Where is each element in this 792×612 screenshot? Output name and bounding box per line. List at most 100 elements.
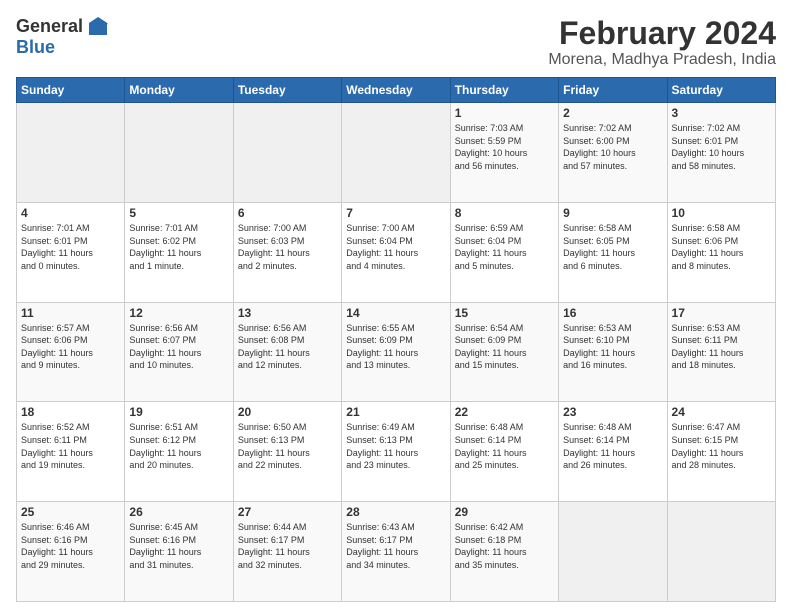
day-cell [667,502,775,602]
day-number: 14 [346,306,445,320]
day-cell: 2Sunrise: 7:02 AM Sunset: 6:00 PM Daylig… [559,103,667,203]
day-cell [125,103,233,203]
day-header-sunday: Sunday [17,78,125,103]
day-header-monday: Monday [125,78,233,103]
day-cell: 18 Sunrise: 6:52 AM Sunset: 6:11 PM Dayli… [17,402,125,502]
day-info: Sunrise: 6:58 AM Sunset: 6:05 PM Dayligh… [563,222,662,272]
day-cell: 11 Sunrise: 6:57 AM Sunset: 6:06 PM Dayli… [17,302,125,402]
day-number: 29 [455,505,554,519]
day-number: 27 [238,505,337,519]
day-cell: 19 Sunrise: 6:51 AM Sunset: 6:12 PM Dayli… [125,402,233,502]
month-title: February 2024 [548,16,776,51]
day-cell: 15 Sunrise: 6:54 AM Sunset: 6:09 PM Dayli… [450,302,558,402]
day-cell: 28 Sunrise: 6:43 AM Sunset: 6:17 PM Dayli… [342,502,450,602]
week-row-5: 25 Sunrise: 6:46 AM Sunset: 6:16 PM Dayli… [17,502,776,602]
day-cell: 1 Sunrise: 7:03 AM Sunset: 5:59 PM Daylig… [450,103,558,203]
logo-general: General [16,16,83,37]
day-info: Sunrise: 6:44 AM Sunset: 6:17 PM Dayligh… [238,521,337,571]
day-number: 20 [238,405,337,419]
day-cell: 3 Sunrise: 7:02 AM Sunset: 6:01 PM Daylig… [667,103,775,203]
day-cell: 8 Sunrise: 6:59 AM Sunset: 6:04 PM Daylig… [450,202,558,302]
day-info: Sunrise: 6:48 AM Sunset: 6:14 PM Dayligh… [563,421,662,471]
day-cell: 20 Sunrise: 6:50 AM Sunset: 6:13 PM Dayli… [233,402,341,502]
day-info: Sunrise: 6:45 AM Sunset: 6:16 PM Dayligh… [129,521,228,571]
day-number: 5 [129,206,228,220]
day-info: Sunrise: 7:00 AM Sunset: 6:04 PM Dayligh… [346,222,445,272]
day-number: 11 [21,306,120,320]
day-number: 23 [563,405,662,419]
day-cell: 27 Sunrise: 6:44 AM Sunset: 6:17 PM Dayli… [233,502,341,602]
day-info: Sunrise: 6:43 AM Sunset: 6:17 PM Dayligh… [346,521,445,571]
day-number: 28 [346,505,445,519]
day-info: Sunrise: 6:48 AM Sunset: 6:14 PM Dayligh… [455,421,554,471]
day-cell [559,502,667,602]
day-info: Sunrise: 6:49 AM Sunset: 6:13 PM Dayligh… [346,421,445,471]
day-info: Sunrise: 6:54 AM Sunset: 6:09 PM Dayligh… [455,322,554,372]
day-cell: 16Sunrise: 6:53 AM Sunset: 6:10 PM Dayli… [559,302,667,402]
day-number: 24 [672,405,771,419]
day-cell: 29 Sunrise: 6:42 AM Sunset: 6:18 PM Dayli… [450,502,558,602]
day-number: 17 [672,306,771,320]
day-cell: 5Sunrise: 7:01 AM Sunset: 6:02 PM Daylig… [125,202,233,302]
day-cell [17,103,125,203]
day-number: 18 [21,405,120,419]
day-info: Sunrise: 7:01 AM Sunset: 6:01 PM Dayligh… [21,222,120,272]
day-number: 4 [21,206,120,220]
day-number: 10 [672,206,771,220]
week-row-4: 18 Sunrise: 6:52 AM Sunset: 6:11 PM Dayli… [17,402,776,502]
day-info: Sunrise: 6:58 AM Sunset: 6:06 PM Dayligh… [672,222,771,272]
day-cell: 6Sunrise: 7:00 AM Sunset: 6:03 PM Daylig… [233,202,341,302]
day-cell: 21 Sunrise: 6:49 AM Sunset: 6:13 PM Dayli… [342,402,450,502]
day-number: 7 [346,206,445,220]
day-cell: 14 Sunrise: 6:55 AM Sunset: 6:09 PM Dayli… [342,302,450,402]
day-cell: 24Sunrise: 6:47 AM Sunset: 6:15 PM Dayli… [667,402,775,502]
title-section: February 2024 Morena, Madhya Pradesh, In… [548,16,776,69]
day-number: 15 [455,306,554,320]
logo-blue-text: Blue [16,37,55,58]
day-info: Sunrise: 7:02 AM Sunset: 6:01 PM Dayligh… [672,122,771,172]
day-info: Sunrise: 6:53 AM Sunset: 6:11 PM Dayligh… [672,322,771,372]
day-number: 12 [129,306,228,320]
day-info: Sunrise: 6:59 AM Sunset: 6:04 PM Dayligh… [455,222,554,272]
day-cell: 12 Sunrise: 6:56 AM Sunset: 6:07 PM Dayli… [125,302,233,402]
day-number: 9 [563,206,662,220]
week-row-3: 11 Sunrise: 6:57 AM Sunset: 6:06 PM Dayli… [17,302,776,402]
day-cell: 10 Sunrise: 6:58 AM Sunset: 6:06 PM Dayli… [667,202,775,302]
calendar-table: SundayMondayTuesdayWednesdayThursdayFrid… [16,77,776,602]
day-number: 8 [455,206,554,220]
day-number: 19 [129,405,228,419]
day-number: 25 [21,505,120,519]
day-cell: 23 Sunrise: 6:48 AM Sunset: 6:14 PM Dayli… [559,402,667,502]
day-info: Sunrise: 6:52 AM Sunset: 6:11 PM Dayligh… [21,421,120,471]
day-info: Sunrise: 6:42 AM Sunset: 6:18 PM Dayligh… [455,521,554,571]
day-cell: 13Sunrise: 6:56 AM Sunset: 6:08 PM Dayli… [233,302,341,402]
day-info: Sunrise: 6:56 AM Sunset: 6:07 PM Dayligh… [129,322,228,372]
day-header-friday: Friday [559,78,667,103]
day-number: 21 [346,405,445,419]
logo-icon [87,15,109,37]
page: General Blue February 2024 Morena, Madhy… [0,0,792,612]
week-row-1: 1 Sunrise: 7:03 AM Sunset: 5:59 PM Daylig… [17,103,776,203]
day-info: Sunrise: 6:55 AM Sunset: 6:09 PM Dayligh… [346,322,445,372]
day-cell [342,103,450,203]
day-cell: 9 Sunrise: 6:58 AM Sunset: 6:05 PM Daylig… [559,202,667,302]
logo: General Blue [16,16,109,58]
day-info: Sunrise: 6:50 AM Sunset: 6:13 PM Dayligh… [238,421,337,471]
day-cell: 7 Sunrise: 7:00 AM Sunset: 6:04 PM Daylig… [342,202,450,302]
day-header-saturday: Saturday [667,78,775,103]
day-header-wednesday: Wednesday [342,78,450,103]
day-cell: 17 Sunrise: 6:53 AM Sunset: 6:11 PM Dayli… [667,302,775,402]
day-number: 1 [455,106,554,120]
day-info: Sunrise: 6:51 AM Sunset: 6:12 PM Dayligh… [129,421,228,471]
day-info: Sunrise: 6:46 AM Sunset: 6:16 PM Dayligh… [21,521,120,571]
day-info: Sunrise: 6:57 AM Sunset: 6:06 PM Dayligh… [21,322,120,372]
day-cell: 26 Sunrise: 6:45 AM Sunset: 6:16 PM Dayli… [125,502,233,602]
header: General Blue February 2024 Morena, Madhy… [16,16,776,69]
day-number: 26 [129,505,228,519]
week-row-2: 4 Sunrise: 7:01 AM Sunset: 6:01 PM Daylig… [17,202,776,302]
day-number: 22 [455,405,554,419]
day-number: 3 [672,106,771,120]
day-number: 2 [563,106,662,120]
day-info: Sunrise: 7:03 AM Sunset: 5:59 PM Dayligh… [455,122,554,172]
calendar-header-row: SundayMondayTuesdayWednesdayThursdayFrid… [17,78,776,103]
